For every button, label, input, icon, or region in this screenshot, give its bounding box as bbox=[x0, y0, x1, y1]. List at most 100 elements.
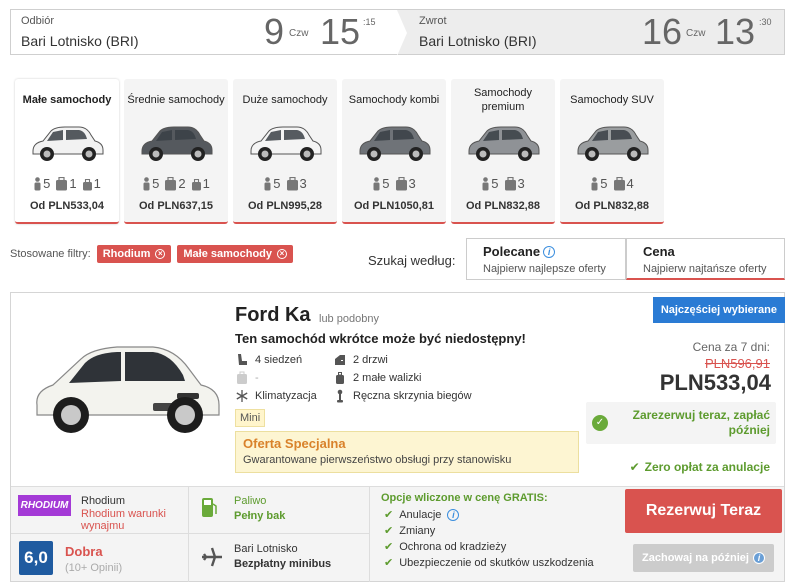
plane-icon bbox=[202, 547, 222, 567]
pickup-weekday: Czw bbox=[289, 28, 309, 39]
category-price: Od PLN832,88 bbox=[575, 200, 649, 212]
save-for-later-label: Zachowaj na później bbox=[642, 552, 749, 564]
save-for-later-button[interactable]: Zachowaj na później i bbox=[633, 544, 774, 572]
gearbox-icon bbox=[337, 389, 343, 403]
close-icon[interactable]: × bbox=[277, 249, 288, 259]
return-segment[interactable]: Zwrot Bari Lotnisko (BRI) 16 Czw 13 :30 bbox=[397, 10, 784, 54]
sort-recommended[interactable]: Polecane i Najpierw najlepsze oferty bbox=[466, 238, 626, 280]
category-car-icon bbox=[250, 126, 322, 161]
included-item-label: Anulacje bbox=[399, 508, 442, 521]
divider bbox=[188, 487, 189, 582]
large-bags: 3 bbox=[395, 176, 416, 191]
pickup-label: Odbiór bbox=[21, 15, 55, 27]
passengers: 5 bbox=[590, 176, 608, 191]
category-specs: 5 2 1 bbox=[124, 176, 228, 191]
info-icon[interactable]: i bbox=[447, 508, 460, 521]
supplier-logo: RHODIUM bbox=[18, 495, 71, 516]
pickup-segment[interactable]: Odbiór Bari Lotnisko (BRI) 9 Czw 15 :15 bbox=[11, 10, 397, 54]
car-name: Ford Ka bbox=[235, 304, 311, 326]
return-location: Bari Lotnisko (BRI) bbox=[419, 33, 537, 49]
category-specs: 5 3 bbox=[233, 176, 337, 191]
suitcase-icon bbox=[395, 177, 407, 191]
passengers: 5 bbox=[33, 176, 50, 191]
category-car-icon bbox=[32, 126, 104, 161]
person-icon bbox=[373, 177, 380, 191]
price-old: PLN596,91 bbox=[704, 356, 770, 371]
car-category-card[interactable]: Duże samochody 5 3 Od PLN995,28 bbox=[233, 79, 337, 224]
rating-count[interactable]: (10+ Opinii) bbox=[65, 562, 122, 574]
door-icon bbox=[335, 355, 345, 365]
supplier-terms-link[interactable]: Rhodium warunki wynajmu bbox=[81, 508, 191, 532]
category-specs: 5 3 bbox=[342, 176, 446, 191]
close-icon[interactable]: × bbox=[155, 249, 166, 259]
filter-chip-label: Rhodium bbox=[102, 248, 151, 260]
large-bags: 3 bbox=[286, 176, 307, 191]
car-image bbox=[36, 346, 220, 433]
return-hour: 13 bbox=[715, 11, 756, 52]
filter-chip-rhodium[interactable]: Rhodium × bbox=[96, 245, 172, 263]
car-category-card[interactable]: Samochody kombi 5 3 Od PLN1050,81 bbox=[342, 79, 446, 224]
passengers: 5 bbox=[263, 176, 281, 191]
feature-seats: 4 siedzeń bbox=[235, 353, 302, 367]
no-cancellation-fee: ✔ Zero opłat za anulacje bbox=[630, 460, 770, 474]
category-name: Samochody kombi bbox=[348, 94, 440, 106]
feature-value: 2 małe walizki bbox=[353, 372, 422, 384]
book-now-button[interactable]: Rezerwuj Teraz bbox=[625, 489, 782, 533]
person-icon bbox=[591, 177, 598, 191]
feature-gearbox: Ręczna skrzynia biegów bbox=[333, 389, 472, 403]
offer-description: Gwarantowane pierwszeństwo obsługi przy … bbox=[243, 454, 512, 466]
filter-chip-small-cars[interactable]: Małe samochody × bbox=[177, 245, 294, 263]
category-price: Od PLN637,15 bbox=[139, 200, 213, 212]
large-bags: 4 bbox=[613, 176, 634, 191]
bag-icon bbox=[336, 372, 344, 384]
checkmark-icon: ✔ bbox=[384, 541, 394, 553]
category-price: Od PLN533,04 bbox=[30, 200, 104, 212]
pickup-hour: 15 bbox=[320, 11, 361, 52]
sort-option-title: Cena bbox=[643, 244, 675, 259]
sort-label: Szukaj według: bbox=[368, 253, 456, 268]
category-name: Samochody premium bbox=[473, 87, 533, 113]
included-item-label: Ubezpieczenie od skutków uszkodzenia bbox=[399, 556, 594, 569]
car-class-tag: Mini bbox=[235, 409, 266, 427]
category-car-icon bbox=[577, 126, 649, 161]
pickup-minute: :15 bbox=[363, 17, 376, 27]
no-fee-text: Zero opłat za anulacje bbox=[644, 460, 770, 474]
car-category-card[interactable]: Samochody premium 5 3 Od PLN832,88 bbox=[451, 79, 555, 224]
info-icon[interactable]: i bbox=[752, 552, 765, 564]
included-item: ✔ Zmiany bbox=[384, 524, 435, 538]
price-current: PLN533,04 bbox=[659, 370, 771, 395]
date-bar: Odbiór Bari Lotnisko (BRI) 9 Czw 15 :15 … bbox=[10, 9, 785, 56]
car-category-card[interactable]: Średnie samochody 5 2 1 Od PLN637,15 bbox=[124, 79, 228, 224]
feature-value: Ręczna skrzynia biegów bbox=[353, 390, 472, 402]
large-bags: 2 bbox=[164, 176, 186, 191]
category-name: Małe samochody bbox=[22, 94, 112, 106]
included-title: Opcje wliczone w cenę GRATIS: bbox=[381, 492, 548, 504]
sort-price[interactable]: Cena Najpierw najtańsze oferty bbox=[626, 238, 785, 280]
return-day: 16 bbox=[642, 11, 683, 52]
fuel-pump-icon bbox=[202, 498, 217, 517]
checkmark-icon: ✔ bbox=[384, 509, 394, 521]
category-car-icon bbox=[359, 126, 431, 161]
category-price: Od PLN995,28 bbox=[248, 200, 322, 212]
applied-filters: Stosowane filtry: Rhodium × Małe samochod… bbox=[10, 245, 294, 263]
return-label: Zwrot bbox=[419, 15, 447, 27]
pay-later-box: ✓ Zarezerwuj teraz, zapłać później bbox=[586, 402, 776, 444]
pickup-location-name: Bari Lotnisko bbox=[234, 543, 298, 555]
info-icon[interactable]: i bbox=[543, 245, 556, 258]
category-specs: 5 1 1 bbox=[15, 176, 119, 191]
checkmark-icon: ✔ bbox=[384, 557, 394, 569]
car-category-list: Małe samochody 5 1 1 Od PLN533,04 Średni… bbox=[15, 79, 664, 224]
feature-value: Klimatyzacja bbox=[255, 390, 317, 402]
feature-large-bags: - bbox=[235, 371, 259, 385]
rating-score: 6,0 bbox=[19, 541, 53, 575]
category-price: Od PLN832,88 bbox=[466, 200, 540, 212]
availability-warning: Ten samochód wkrótce może być niedostępn… bbox=[235, 331, 526, 346]
included-item: ✔ Ochrona od kradzieży bbox=[384, 540, 506, 554]
check-circle-icon: ✓ bbox=[592, 415, 608, 431]
filters-label: Stosowane filtry: bbox=[10, 248, 91, 260]
small-bags: 1 bbox=[191, 176, 210, 191]
car-category-card[interactable]: Samochody SUV 5 4 Od PLN832,88 bbox=[560, 79, 664, 224]
category-specs: 5 3 bbox=[451, 176, 555, 191]
passengers: 5 bbox=[481, 176, 499, 191]
car-category-card[interactable]: Małe samochody 5 1 1 Od PLN533,04 bbox=[15, 79, 119, 224]
